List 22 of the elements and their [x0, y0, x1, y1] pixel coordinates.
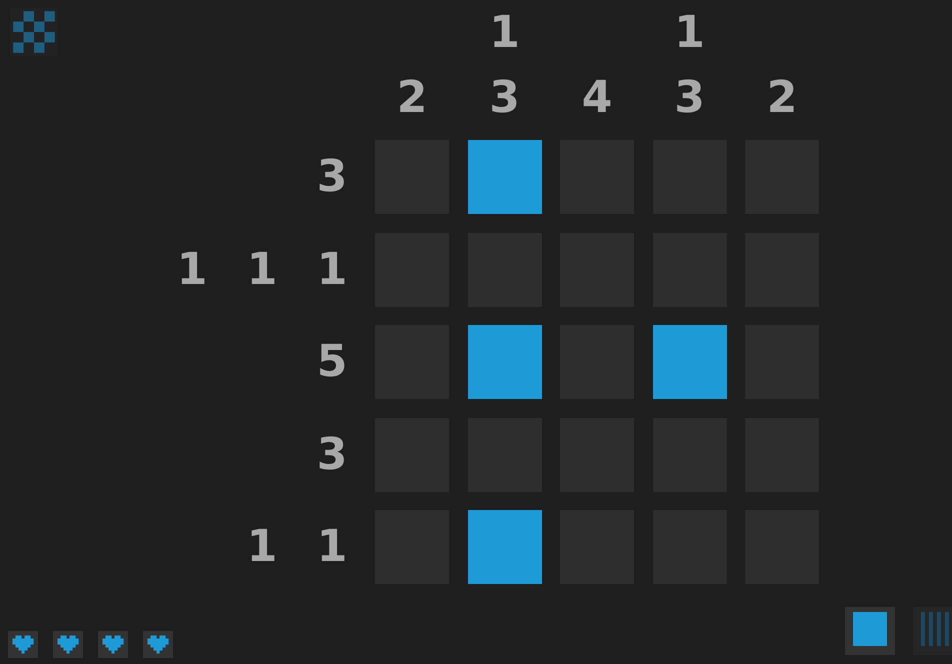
- row-clue-number: 1: [246, 242, 278, 296]
- row-clue-number: 3: [316, 428, 348, 482]
- row-clue-number: 1: [316, 242, 348, 296]
- row-clue-number: 1: [176, 242, 208, 296]
- column-clue-number: 2: [396, 71, 428, 125]
- filled-cell[interactable]: [468, 510, 542, 584]
- column-clue-number: 1: [489, 6, 520, 60]
- fill-tool-button[interactable]: [845, 607, 895, 655]
- row-clue-number: 3: [316, 150, 348, 204]
- column-clue-number: 4: [582, 71, 612, 125]
- filled-cell[interactable]: [652, 325, 726, 399]
- checkerboard-icon[interactable]: [10, 8, 58, 56]
- row-clue-number: 1: [316, 520, 348, 574]
- filled-cell[interactable]: [468, 325, 542, 399]
- row-clue-number: 5: [316, 335, 348, 389]
- column-clue-number: 1: [674, 6, 705, 60]
- column-clue-number: 3: [489, 71, 520, 125]
- filled-cell[interactable]: [468, 140, 542, 214]
- row-clue-number: 1: [246, 520, 278, 574]
- column-clue-number: 2: [766, 71, 798, 125]
- column-clue-number: 3: [674, 71, 705, 125]
- stripes-tool-button[interactable]: [913, 607, 952, 655]
